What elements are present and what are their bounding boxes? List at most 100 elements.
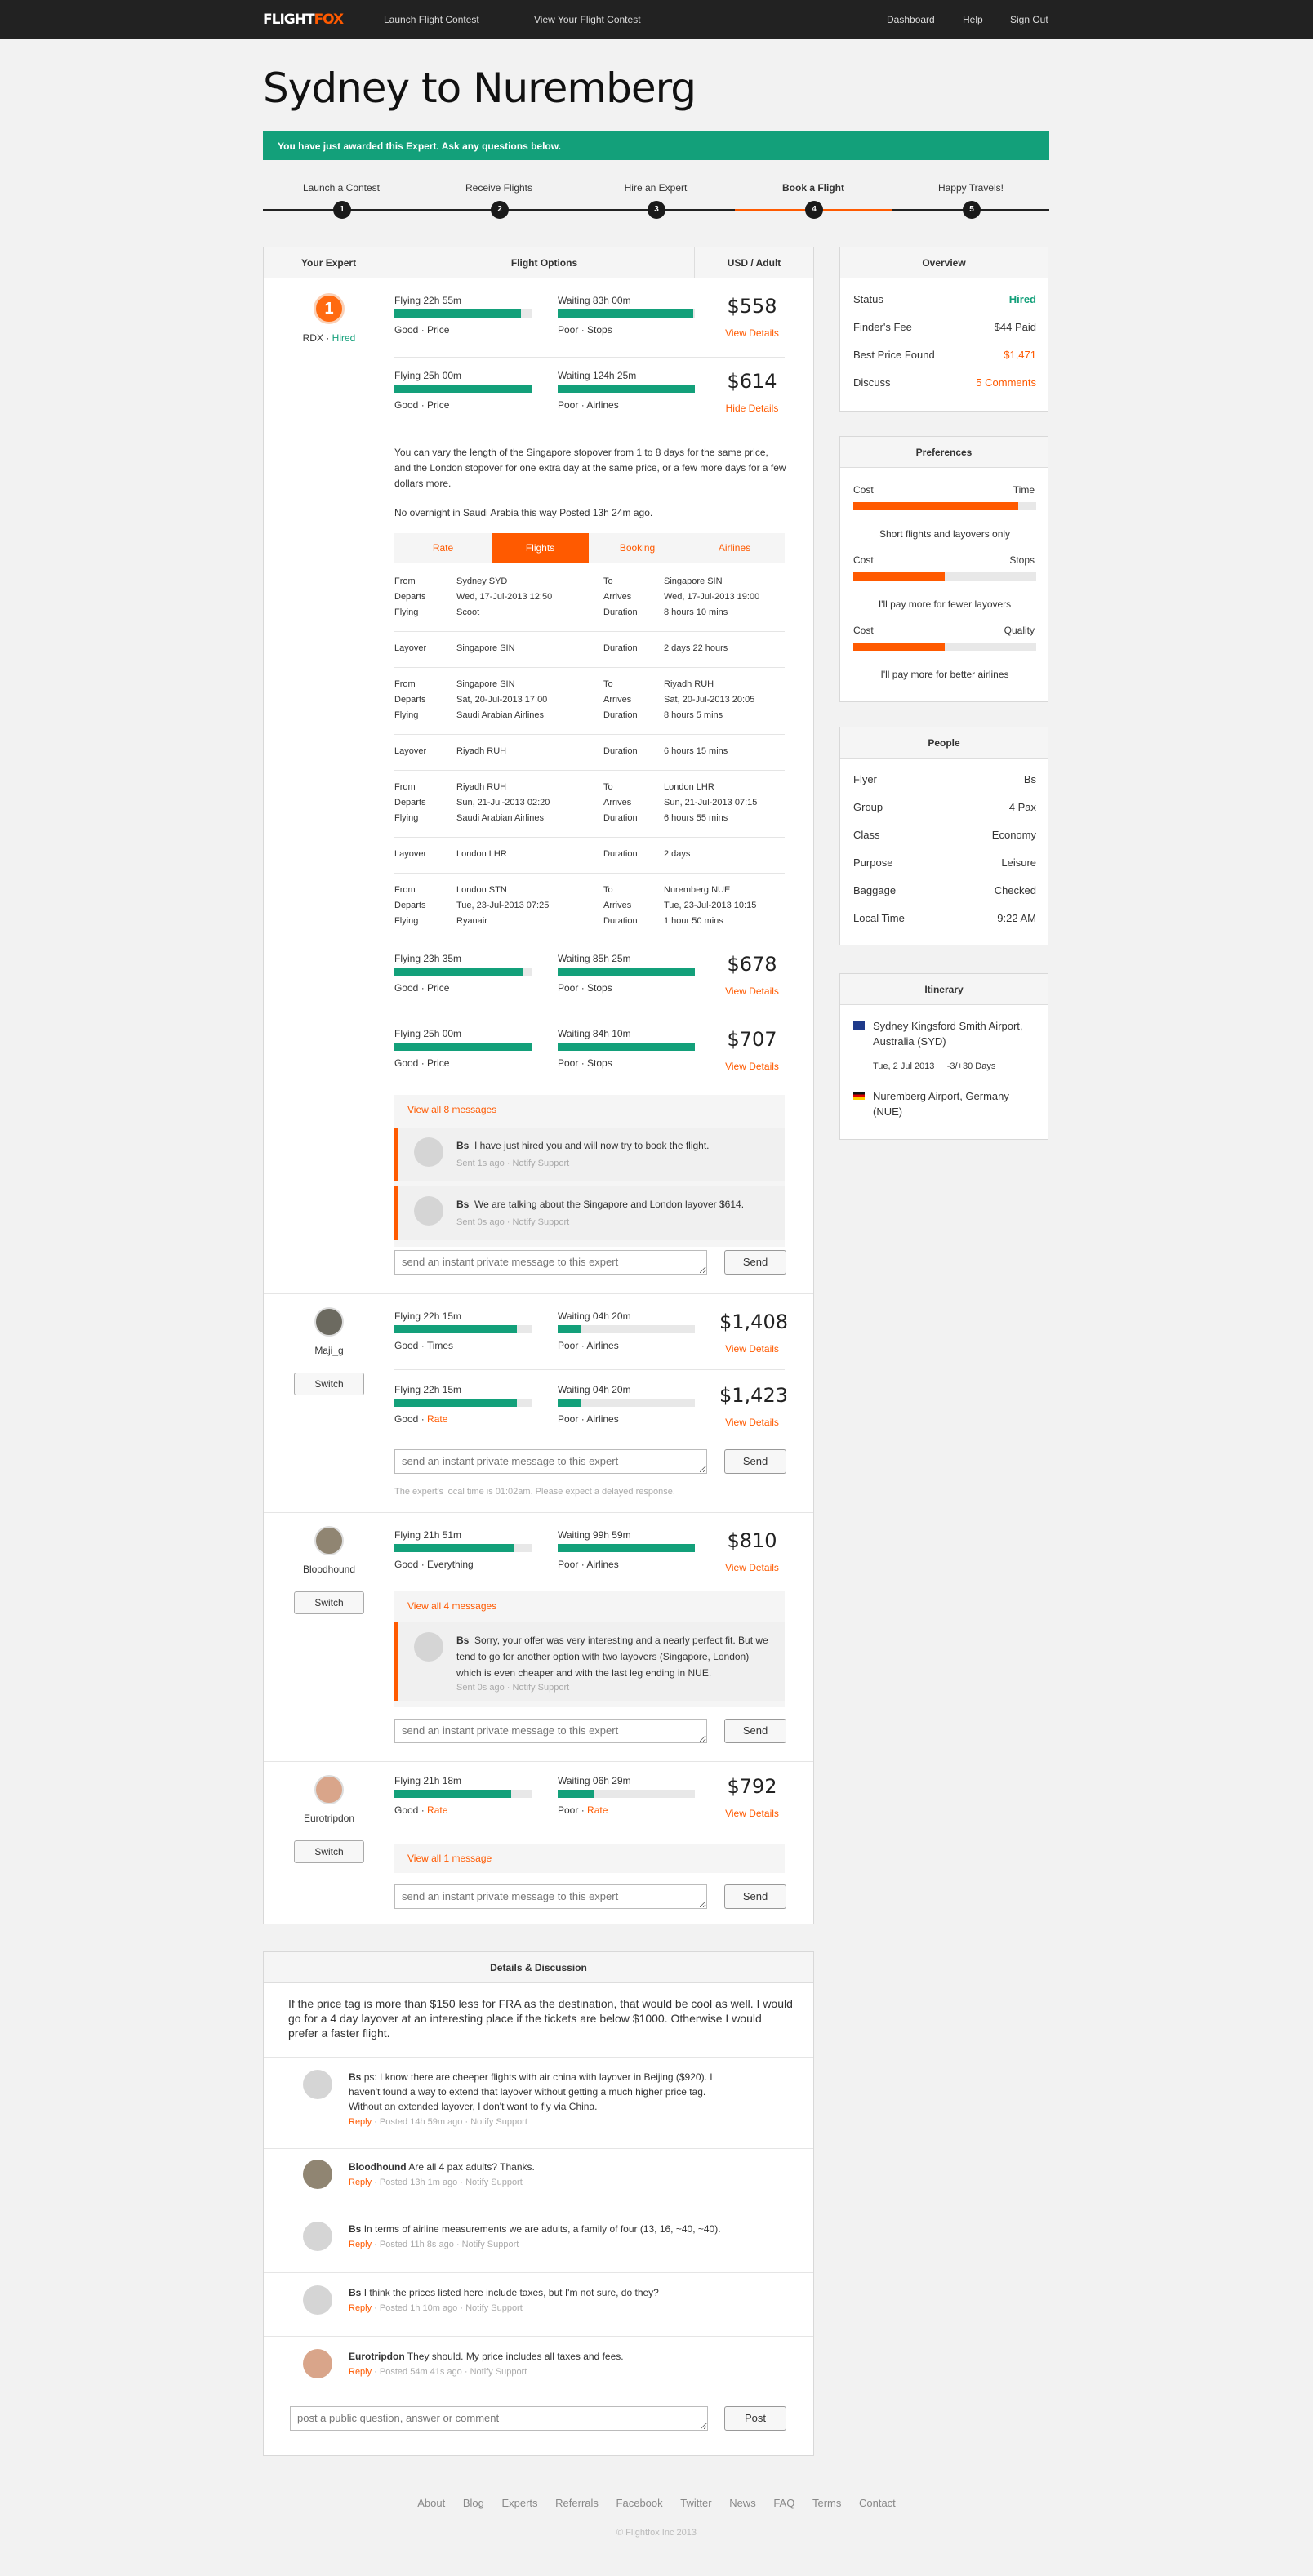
switch-button[interactable]: Switch xyxy=(294,1373,364,1395)
post-button[interactable]: Post xyxy=(724,2406,786,2431)
expert-name-text[interactable]: RDX xyxy=(303,332,323,344)
view-all-messages-link[interactable]: View all 4 messages xyxy=(394,1591,496,1621)
people-value: 9:22 AM xyxy=(997,912,1036,924)
step-number: 1 xyxy=(333,201,351,219)
waiting-bar-fill xyxy=(558,1790,594,1798)
expert-name[interactable]: Maji_g xyxy=(264,1345,394,1356)
pref-slider-fill xyxy=(853,643,945,651)
leg-from: Sydney SYD xyxy=(456,576,508,586)
expert-avatar[interactable] xyxy=(314,1307,344,1337)
flying-time: Flying 22h 55m xyxy=(394,295,462,306)
overview-title: Overview xyxy=(840,247,1048,278)
flightfox-logo[interactable]: FLIGHTFOX xyxy=(263,11,345,28)
expert-avatar[interactable] xyxy=(314,1526,344,1555)
divider xyxy=(394,357,785,358)
footer-terms[interactable]: Terms xyxy=(812,2497,841,2509)
flying-time: Flying 25h 00m xyxy=(394,1028,462,1039)
footer-faq[interactable]: FAQ xyxy=(773,2497,794,2509)
expert-row-eurotripdon: Eurotripdon Switch Flying 21h 18m Waitin… xyxy=(264,1761,813,1924)
send-button[interactable]: Send xyxy=(724,1250,786,1275)
hide-details-link[interactable]: Hide Details xyxy=(719,403,785,414)
score-value: Price xyxy=(427,1057,450,1069)
reply-link[interactable]: Reply xyxy=(349,2367,372,2377)
score-value: Airlines xyxy=(586,1413,619,1425)
nav-sign-out[interactable]: Sign Out xyxy=(1010,14,1048,25)
tab-airlines[interactable]: Airlines xyxy=(686,533,783,563)
send-button[interactable]: Send xyxy=(724,1449,786,1474)
people-value: Economy xyxy=(991,829,1036,841)
reply-link[interactable]: Reply xyxy=(349,2178,372,2187)
step-receive: Receive Flights 2 xyxy=(421,181,577,219)
footer-referrals[interactable]: Referrals xyxy=(555,2497,599,2509)
score-label: Poor xyxy=(558,982,579,994)
messages-box: View all 4 messages Bs Sorry, your offer… xyxy=(394,1591,785,1707)
nav-view-contest[interactable]: View Your Flight Contest xyxy=(534,14,641,25)
tab-booking[interactable]: Booking xyxy=(589,533,686,563)
price: $614 xyxy=(727,370,777,393)
switch-button[interactable]: Switch xyxy=(294,1591,364,1614)
view-details-link[interactable]: View Details xyxy=(719,1343,785,1355)
expert-name[interactable]: Eurotripdon xyxy=(264,1813,394,1824)
footer-experts[interactable]: Experts xyxy=(501,2497,537,2509)
view-details-link[interactable]: View Details xyxy=(719,985,785,997)
private-message-input[interactable] xyxy=(394,1449,707,1474)
view-details-link[interactable]: View Details xyxy=(719,1808,785,1819)
view-all-messages-link[interactable]: View all 1 message xyxy=(394,1844,492,1873)
tab-rate[interactable]: Rate xyxy=(394,533,492,563)
footer-about[interactable]: About xyxy=(417,2497,445,2509)
expert-name[interactable]: Bloodhound xyxy=(264,1564,394,1575)
overview-row-best-price: Best Price Found $1,471 xyxy=(853,349,1036,361)
layover-duration: 2 days 22 hours xyxy=(664,643,728,653)
public-comment-input[interactable] xyxy=(290,2406,708,2431)
score-value: Airlines xyxy=(586,1340,619,1351)
private-message-input[interactable] xyxy=(394,1719,707,1743)
pref-left-label: Cost xyxy=(853,554,874,566)
layover-place: Riyadh RUH xyxy=(456,746,507,756)
good-score: Good · Price xyxy=(394,399,450,411)
view-details-link[interactable]: View Details xyxy=(719,327,785,339)
price: $707 xyxy=(727,1028,777,1051)
discussion-panel: Details & Discussion If the price tag is… xyxy=(263,1951,814,2456)
leg-label: Flying xyxy=(394,607,419,617)
logo-text-b: FOX xyxy=(314,11,345,28)
expert-eurotripdon: Eurotripdon Switch xyxy=(264,1775,394,1863)
travel-date: Tue, 2 Jul 2013 -3/+30 Days xyxy=(873,1059,1036,1074)
switch-button[interactable]: Switch xyxy=(294,1840,364,1863)
expert-bloodhound: Bloodhound Switch xyxy=(264,1526,394,1614)
expert-row-rdx: 1 RDX · Hired Flying 22h 55m Waiting 83h… xyxy=(264,278,813,1275)
private-message-input[interactable] xyxy=(394,1884,707,1909)
footer-contact[interactable]: Contact xyxy=(859,2497,896,2509)
tab-flights[interactable]: Flights xyxy=(492,533,589,563)
overview-row-fee: Finder's Fee $44 Paid xyxy=(853,321,1036,333)
footer-news[interactable]: News xyxy=(729,2497,756,2509)
overview-value[interactable]: $1,471 xyxy=(1004,349,1036,361)
view-all-messages-link[interactable]: View all 8 messages xyxy=(394,1095,496,1124)
expert-avatar[interactable] xyxy=(314,1775,344,1804)
view-details-link[interactable]: View Details xyxy=(719,1061,785,1072)
view-details-link[interactable]: View Details xyxy=(719,1417,785,1428)
leg-label: From xyxy=(394,782,416,792)
leg-label: From xyxy=(394,885,416,895)
flying-time: Flying 21h 51m xyxy=(394,1529,462,1541)
people-key: Group xyxy=(853,801,883,813)
comment-author: Eurotripdon xyxy=(349,2351,405,2362)
comments-link[interactable]: 5 Comments xyxy=(976,376,1036,389)
view-details-link[interactable]: View Details xyxy=(719,1562,785,1573)
send-button[interactable]: Send xyxy=(724,1719,786,1743)
private-message-input[interactable] xyxy=(394,1250,707,1275)
nav-help[interactable]: Help xyxy=(963,14,983,25)
footer-twitter[interactable]: Twitter xyxy=(680,2497,711,2509)
reply-link[interactable]: Reply xyxy=(349,2303,372,2313)
nav-launch-contest[interactable]: Launch Flight Contest xyxy=(384,14,479,25)
logo-text-a: FLIGHT xyxy=(263,11,315,28)
waiting-bar-fill xyxy=(558,1325,581,1333)
reply-link[interactable]: Reply xyxy=(349,2240,372,2249)
reply-link[interactable]: Reply xyxy=(349,2117,372,2127)
leg-arrives: Wed, 17-Jul-2013 19:00 xyxy=(664,592,760,602)
footer-facebook[interactable]: Facebook xyxy=(616,2497,663,2509)
footer-blog[interactable]: Blog xyxy=(463,2497,484,2509)
people-value: Bs xyxy=(1023,773,1036,785)
nav-dashboard[interactable]: Dashboard xyxy=(887,14,935,25)
send-button[interactable]: Send xyxy=(724,1884,786,1909)
expert-rdx: 1 RDX · Hired xyxy=(264,293,394,344)
